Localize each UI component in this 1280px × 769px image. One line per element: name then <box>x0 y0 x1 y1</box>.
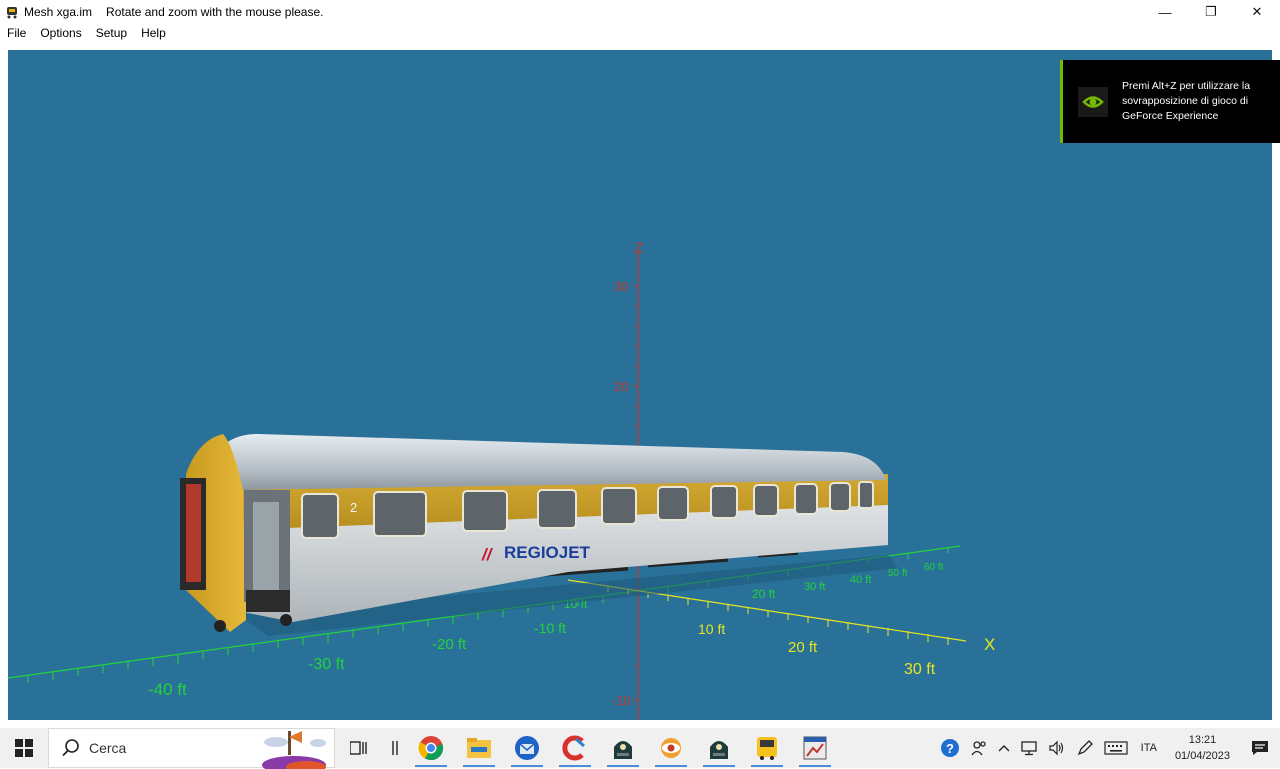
z-tick-label-30: 30 <box>614 279 628 294</box>
taskbar-clock[interactable]: 13:21 01/04/2023 <box>1165 732 1240 764</box>
coach-class-number: 2 <box>350 500 357 515</box>
x-tick-label-30: 30 ft <box>904 661 936 678</box>
clock-date: 01/04/2023 <box>1174 750 1230 762</box>
taskbar-bus-app[interactable] <box>743 728 791 768</box>
x-tick-label-10: 10 ft <box>698 621 725 637</box>
volume-tray-button[interactable] <box>1043 728 1071 768</box>
app-icon <box>7 7 17 19</box>
clock-time: 13:21 <box>1188 734 1217 746</box>
window-title: Mesh xga.im <box>24 5 93 19</box>
y-tick-label-40: 40 ft <box>850 574 871 586</box>
keyboard-icon <box>1104 741 1128 755</box>
svg-text:?: ? <box>946 741 954 756</box>
taskbar-thunderbird[interactable] <box>503 728 551 768</box>
menu-options[interactable]: Options <box>33 26 88 40</box>
file-explorer-icon <box>467 738 491 758</box>
y-tick-label-60: 60 ft <box>924 562 944 573</box>
taskbar-mesh-viewer[interactable] <box>791 728 839 768</box>
menu-file[interactable]: File <box>0 26 33 40</box>
taskbar-xnview[interactable] <box>647 728 695 768</box>
search-icon <box>62 739 79 757</box>
trainz-icon <box>614 741 632 759</box>
title-bar: Mesh xga.im Rotate and zoom with the mou… <box>0 0 1280 24</box>
restore-button[interactable]: ❐ <box>1188 0 1234 24</box>
menu-bar: File Options Setup Help <box>0 24 1280 42</box>
x-tick-label-20: 20 ft <box>788 639 818 656</box>
bus-icon <box>757 737 777 760</box>
scene-canvas[interactable]: Z 30 20 -10 -40 ft -30 ft -20 ft -10 ft … <box>8 50 1272 720</box>
speaker-icon <box>1049 740 1063 756</box>
chevron-up-icon <box>998 745 1010 752</box>
pen-tray-button[interactable] <box>1071 728 1099 768</box>
task-view-button[interactable] <box>335 728 383 768</box>
start-button[interactable] <box>0 728 48 768</box>
notification-icon <box>1252 741 1268 755</box>
widgets-button[interactable] <box>383 728 407 768</box>
network-icon <box>1020 741 1037 756</box>
geforce-notification[interactable]: Premi Alt+Z per utilizzare la sovrapposi… <box>1060 60 1280 143</box>
close-button[interactable]: ✕ <box>1234 0 1280 24</box>
network-tray-button[interactable] <box>1015 728 1043 768</box>
task-view-icon <box>350 741 367 755</box>
people-tray-button[interactable] <box>965 728 993 768</box>
y-tick-label-20: 20 ft <box>752 587 776 601</box>
window-message: Rotate and zoom with the mouse please. <box>106 5 324 19</box>
y-tick-label-30: 30 ft <box>804 581 825 593</box>
taskbar-trainz-2[interactable] <box>695 728 743 768</box>
z-tick-label-20: 20 <box>614 379 628 394</box>
z-axis-label: Z <box>634 240 643 257</box>
show-hidden-icons-button[interactable] <box>993 728 1015 768</box>
x-axis-label: X <box>984 635 995 654</box>
notification-text: Premi Alt+Z per utilizzare la sovrapposi… <box>1122 80 1251 122</box>
taskbar-file-explorer[interactable] <box>455 728 503 768</box>
z-tick-label-minus-10: -10 <box>612 693 631 708</box>
thunderbird-icon <box>515 736 539 760</box>
x-axis-ticks <box>607 586 949 645</box>
minimize-button[interactable]: — <box>1142 0 1188 24</box>
notification-center-button[interactable] <box>1240 728 1280 768</box>
taskbar-chrome[interactable] <box>407 728 455 768</box>
help-icon: ? <box>940 739 959 757</box>
chrome-icon <box>418 736 444 761</box>
y-tick-label-minus-30: -30 ft <box>308 656 345 673</box>
input-language[interactable]: ITA <box>1133 742 1165 754</box>
xnview-icon <box>661 738 681 758</box>
search-highlight-icon <box>262 731 326 769</box>
trainz-icon-2 <box>710 741 728 759</box>
system-tray: ? ITA 13:21 01/04/2023 <box>935 728 1280 768</box>
touch-keyboard-button[interactable] <box>1099 728 1133 768</box>
window-controls: — ❐ ✕ <box>1142 0 1280 24</box>
train-coach-model[interactable]: 2 // REGIOJET <box>180 433 898 636</box>
search-placeholder: Cerca <box>89 740 127 756</box>
windows-icon <box>15 739 33 757</box>
taskbar-ccleaner[interactable] <box>551 728 599 768</box>
menu-help[interactable]: Help <box>134 26 173 40</box>
widgets-icon <box>392 741 398 755</box>
y-tick-label-50: 50 ft <box>888 568 908 579</box>
nvidia-icon <box>1078 86 1108 117</box>
mesh-viewer-icon <box>803 736 827 760</box>
ccleaner-icon <box>562 735 585 761</box>
y-tick-label-minus-10: -10 ft <box>534 620 566 636</box>
y-tick-label-minus-40: -40 ft <box>148 680 187 699</box>
taskbar: Cerca ? ITA 13:21 01/04/2023 <box>0 728 1280 769</box>
y-tick-label-minus-20: -20 ft <box>432 636 467 653</box>
regiojet-logo-text: REGIOJET <box>504 543 591 562</box>
people-icon <box>971 741 986 756</box>
pen-icon <box>1077 740 1093 756</box>
3d-viewport[interactable]: Z 30 20 -10 -40 ft -30 ft -20 ft -10 ft … <box>8 50 1272 720</box>
menu-setup[interactable]: Setup <box>89 26 134 40</box>
taskbar-trainz[interactable] <box>599 728 647 768</box>
taskbar-search[interactable]: Cerca <box>48 728 335 769</box>
help-tray-button[interactable]: ? <box>935 728 965 768</box>
